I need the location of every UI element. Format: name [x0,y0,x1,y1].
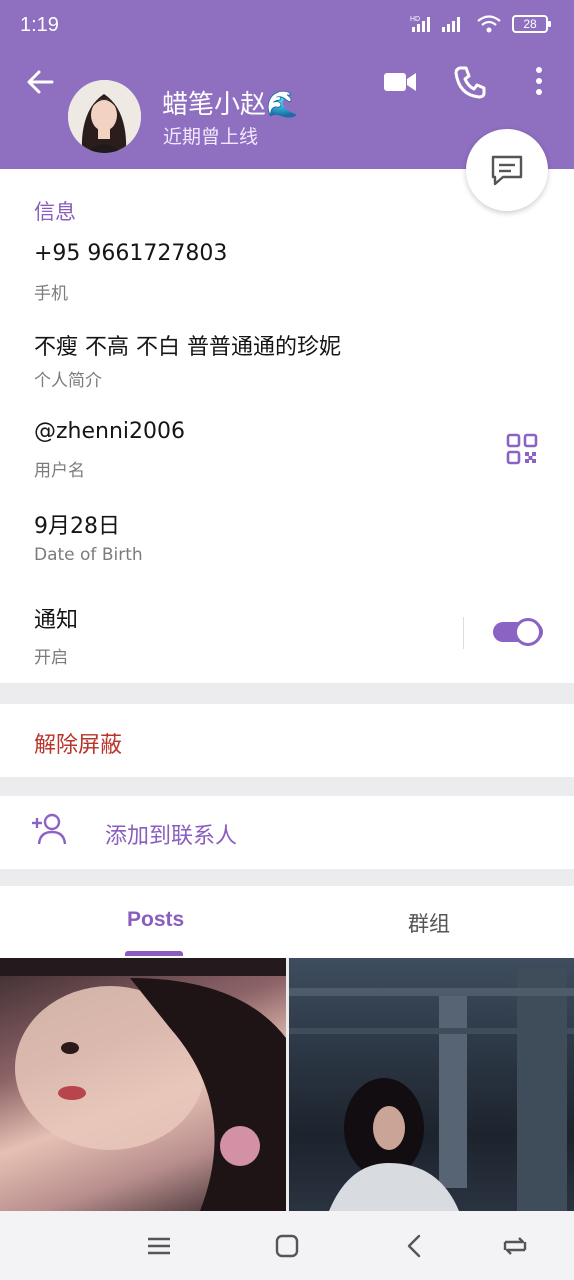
network-label: HD [410,16,420,23]
notifications-toggle[interactable] [493,617,543,647]
more-options-icon[interactable] [522,62,556,102]
add-user-icon [32,813,67,845]
profile-name-text: 蜡笔小赵 [162,90,267,120]
phone-call-icon[interactable] [450,62,490,102]
back-arrow-icon[interactable] [24,66,56,98]
add-contact-row[interactable]: 添加到联系人 [0,796,574,869]
tab-posts[interactable]: Posts [127,908,184,932]
status-icons: HD 28 [410,14,551,34]
status-bar: 1:19 HD 28 [0,0,574,52]
post-image [0,958,286,1211]
unblock-row[interactable]: 解除屏蔽 [0,704,574,777]
home-icon[interactable] [273,1233,301,1259]
chat-icon [491,155,523,186]
recent-apps-icon[interactable] [501,1233,529,1259]
wave-emoji: 🌊 [266,90,299,120]
tab-groups[interactable]: 群组 [408,908,450,938]
menu-icon[interactable] [145,1233,173,1259]
nav-back-icon[interactable] [401,1233,429,1259]
bio-value: 不瘦 不高 不白 普普通通的珍妮 [34,335,341,360]
birthday-label: Date of Birth [34,545,143,565]
post-thumbnail[interactable] [289,958,574,1211]
active-tab-indicator [125,951,183,956]
status-time: 1:19 [20,14,59,36]
phone-value[interactable]: +95 9661727803 [34,241,227,266]
profile-name: 蜡笔小赵🌊 [162,84,298,121]
info-card: 信息 +95 9661727803 手机 不瘦 不高 不白 普普通通的珍妮 个人… [0,169,574,683]
phone-label: 手机 [34,284,68,304]
notifications-title[interactable]: 通知 [34,602,78,634]
info-section-title: 信息 [34,200,76,224]
unblock-button[interactable]: 解除屏蔽 [34,727,122,759]
birthday-value: 9月28日 [34,514,120,539]
media-tabs: Posts 群组 [0,886,574,958]
username-label: 用户名 [34,461,85,481]
toggle-knob [514,618,542,646]
post-thumbnail[interactable] [0,958,286,1211]
presence-status: 近期曾上线 [163,126,259,148]
avatar-image [68,80,141,153]
post-image [289,968,574,1211]
add-contact-button[interactable]: 添加到联系人 [105,818,237,850]
divider [463,617,464,649]
message-button[interactable] [466,129,548,211]
bio-label: 个人简介 [34,371,102,391]
wifi-icon [477,15,501,33]
qr-code-icon[interactable] [506,433,538,465]
system-nav-bar [0,1211,574,1280]
notifications-status: 开启 [34,648,68,668]
avatar[interactable] [68,80,141,153]
battery-icon: 28 [512,15,551,33]
signal-icon: HD [410,16,460,32]
username-value[interactable]: @zhenni2006 [34,419,185,444]
video-call-icon[interactable] [380,62,420,102]
